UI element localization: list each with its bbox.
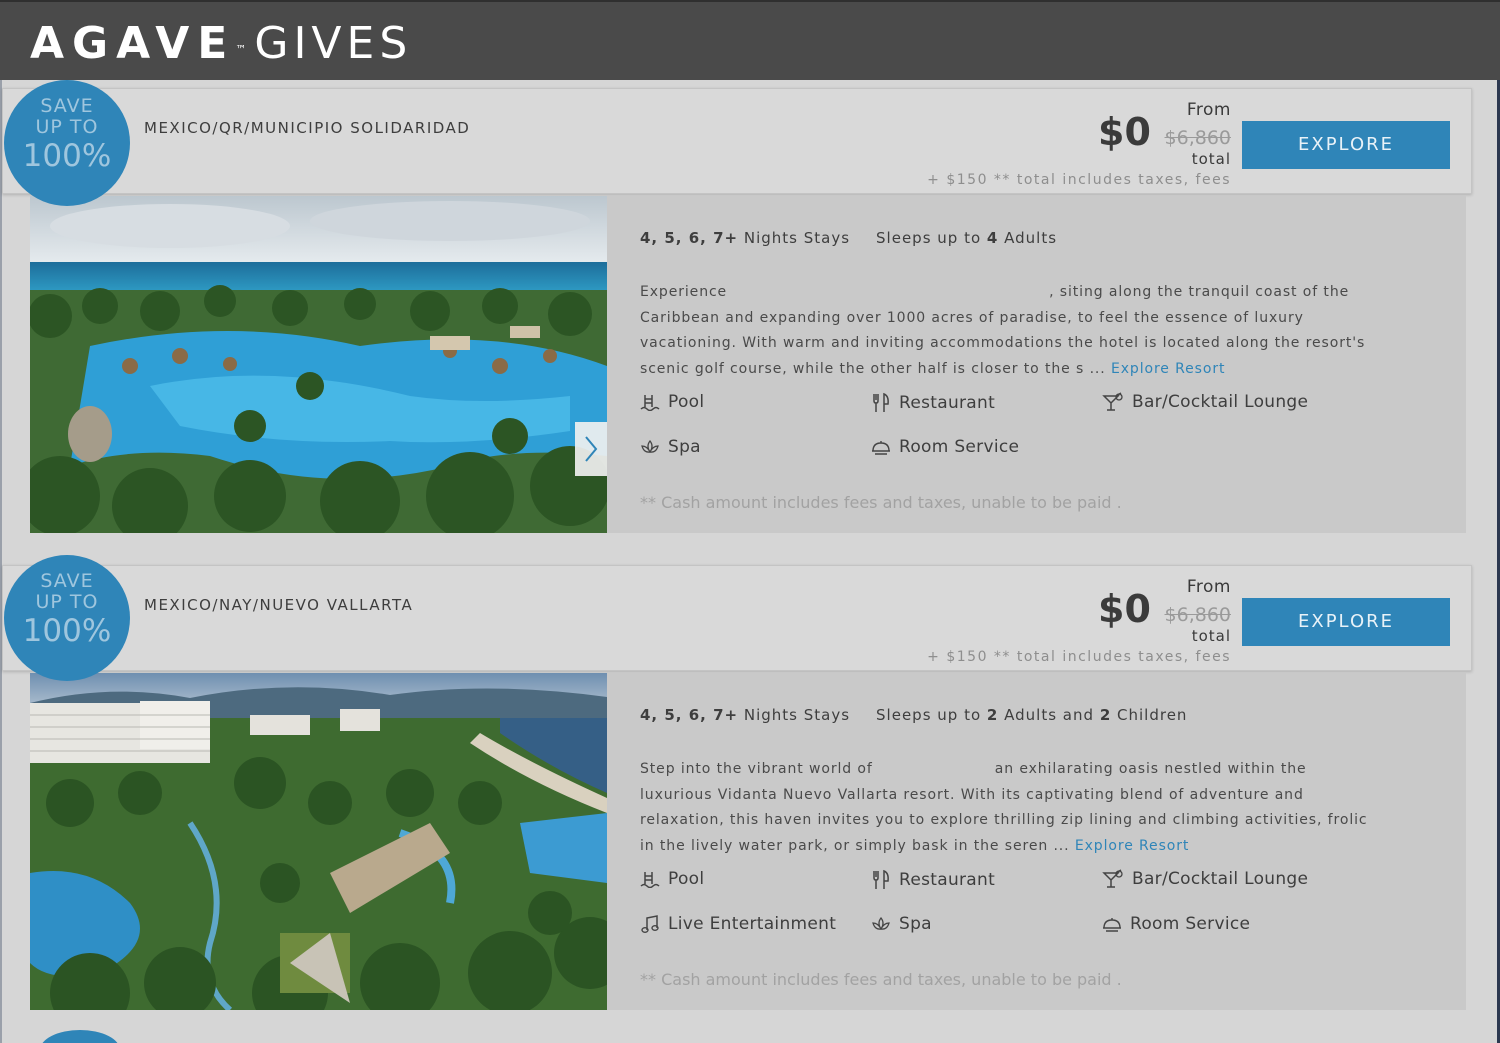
amenity-restaurant: Restaurant [871,869,995,891]
agave-gives-logo[interactable]: AGAVE™ GIVES [30,18,412,70]
listing-info-panel: 4, 5, 6, 7+ Nights Stays Sleeps up to 4 A… [607,196,1466,533]
nights-label: Nights Stays [743,229,851,247]
price-block: From $0 $6,860 total [1090,577,1235,657]
pool-icon [640,872,660,888]
badge-percent: 100% [22,138,112,174]
listing-info-panel: 4, 5, 6, 7+ Nights Stays Sleeps up to 2 A… [607,673,1466,1010]
amenity-pool: Pool [640,869,704,889]
listing-location: MEXICO/NAY/NUEVO VALLARTA [144,596,414,614]
badge-line-2: UP TO [35,116,99,138]
resort-description: Experience, siting along the tranquil co… [640,280,1380,383]
adults-count: 2 [986,706,999,724]
price-block: From $0 $6,860 total [1090,100,1235,180]
description-text: , siting along the tranquil coast of the… [640,284,1366,378]
adults-label: Adults and [1004,706,1095,724]
explore-resort-link[interactable]: Explore Resort [1075,838,1189,854]
amenity-room-service: Room Service [871,437,1019,457]
adults-label: Adults [1004,229,1058,247]
spa-lotus-icon [641,439,659,454]
logo-trademark: ™ [235,43,247,56]
price-from-label: From [1186,100,1231,120]
resort-description: Step into the vibrant world of an exhilar… [640,757,1380,860]
sleeps-prefix: Sleeps up to [876,706,982,724]
cocktail-icon [1102,392,1123,411]
room-service-icon [872,441,890,455]
price-total-label: total [1191,150,1231,168]
restaurant-icon [873,392,889,412]
amenity-spa: Spa [871,914,932,934]
amenity-live-entertainment: Live Entertainment [640,914,836,934]
stay-details: 4, 5, 6, 7+ Nights Stays Sleeps up to 2 A… [640,706,1187,724]
description-start: Step into the vibrant world of [640,761,873,777]
resort-photo[interactable] [30,673,607,1010]
cocktail-icon [1102,869,1123,888]
restaurant-icon [873,869,889,889]
badge-line-2: UP TO [35,591,99,613]
amenity-label: Live Entertainment [668,914,837,934]
price-fees-note: + $150 ** total includes taxes, fees [927,649,1231,665]
logo-brand-text: AGAVE [30,18,236,69]
cash-note: ** Cash amount includes fees and taxes, … [640,970,1122,989]
badge-line-1: SAVE [40,95,94,117]
cash-note: ** Cash amount includes fees and taxes, … [640,493,1122,512]
price-amount: $0 [1098,587,1151,631]
savings-badge: SAVE UP TO 100% [4,80,130,206]
amenity-pool: Pool [640,392,704,412]
page-left-edge [0,80,2,1043]
next-savings-badge-partial [40,1030,120,1043]
amenity-label: Restaurant [899,393,996,413]
resort-photo-image [30,196,607,533]
chevron-right-icon [585,436,598,462]
adults-count: 4 [986,229,999,247]
amenity-restaurant: Restaurant [871,392,995,414]
badge-percent: 100% [22,613,112,649]
price-original: $6,860 [1164,604,1231,626]
listing-location: MEXICO/QR/MUNICIPIO SOLIDARIDAD [144,119,471,137]
badge-line-1: SAVE [40,570,94,592]
room-service-icon [1103,918,1121,932]
amenity-room-service: Room Service [1102,914,1250,934]
stay-details: 4, 5, 6, 7+ Nights Stays Sleeps up to 4 A… [640,229,1057,247]
explore-resort-link[interactable]: Explore Resort [1111,361,1225,377]
pool-icon [640,395,660,411]
amenity-label: Pool [668,392,705,412]
savings-badge: SAVE UP TO 100% [4,555,130,681]
amenity-bar: Bar/Cocktail Lounge [1102,869,1308,889]
amenity-label: Spa [668,437,701,457]
amenity-bar: Bar/Cocktail Lounge [1102,392,1308,412]
spa-lotus-icon [872,916,890,931]
logo-sub-text: GIVES [254,18,413,69]
amenity-spa: Spa [640,437,701,457]
nights-values: 4, 5, 6, 7+ [640,229,739,247]
amenity-label: Room Service [1130,914,1251,934]
price-amount: $0 [1098,110,1151,154]
resort-photo[interactable] [30,196,607,533]
nights-values: 4, 5, 6, 7+ [640,706,739,724]
amenity-label: Spa [899,914,932,934]
children-count: 2 [1099,706,1112,724]
amenity-label: Pool [668,869,705,889]
amenity-label: Room Service [899,437,1020,457]
price-total-label: total [1191,627,1231,645]
music-note-icon [641,915,659,933]
explore-button[interactable]: EXPLORE [1242,598,1450,646]
photo-next-arrow[interactable] [575,422,607,476]
nights-label: Nights Stays [743,706,851,724]
children-label: Children [1117,706,1188,724]
explore-button[interactable]: EXPLORE [1242,121,1450,169]
top-bar: AGAVE™ GIVES [0,0,1500,80]
resort-photo-image [30,673,607,1010]
description-start: Experience [640,284,728,300]
amenity-label: Bar/Cocktail Lounge [1132,392,1309,412]
price-from-label: From [1186,577,1231,597]
amenity-label: Bar/Cocktail Lounge [1132,869,1309,889]
price-fees-note: + $150 ** total includes taxes, fees [927,172,1231,188]
sleeps-prefix: Sleeps up to [876,229,982,247]
price-original: $6,860 [1164,127,1231,149]
amenity-label: Restaurant [899,870,996,890]
